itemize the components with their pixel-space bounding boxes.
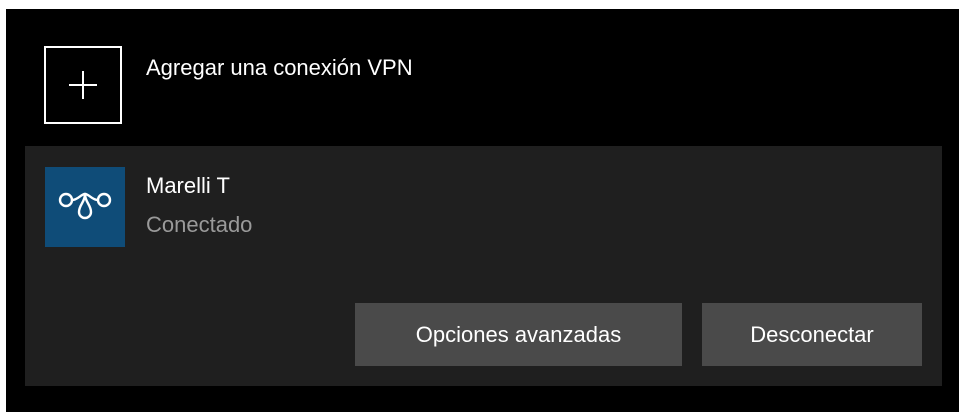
advanced-options-button[interactable]: Opciones avanzadas (355, 303, 682, 366)
add-vpn-label[interactable]: Agregar una conexión VPN (146, 55, 413, 81)
vpn-logo-icon (45, 167, 125, 247)
vpn-connection-name: Marelli T (146, 173, 230, 198)
plus-icon (69, 71, 97, 99)
add-vpn-button[interactable] (44, 46, 122, 124)
vpn-connection-status: Conectado (146, 212, 253, 237)
add-vpn-row[interactable]: Agregar una conexión VPN (6, 9, 959, 144)
disconnect-button[interactable]: Desconectar (702, 303, 922, 366)
vpn-connection-item[interactable]: Marelli T Conectado Opciones avanzadas D… (25, 146, 942, 386)
vpn-panel: Agregar una conexión VPN Marelli T Conec… (6, 9, 959, 412)
